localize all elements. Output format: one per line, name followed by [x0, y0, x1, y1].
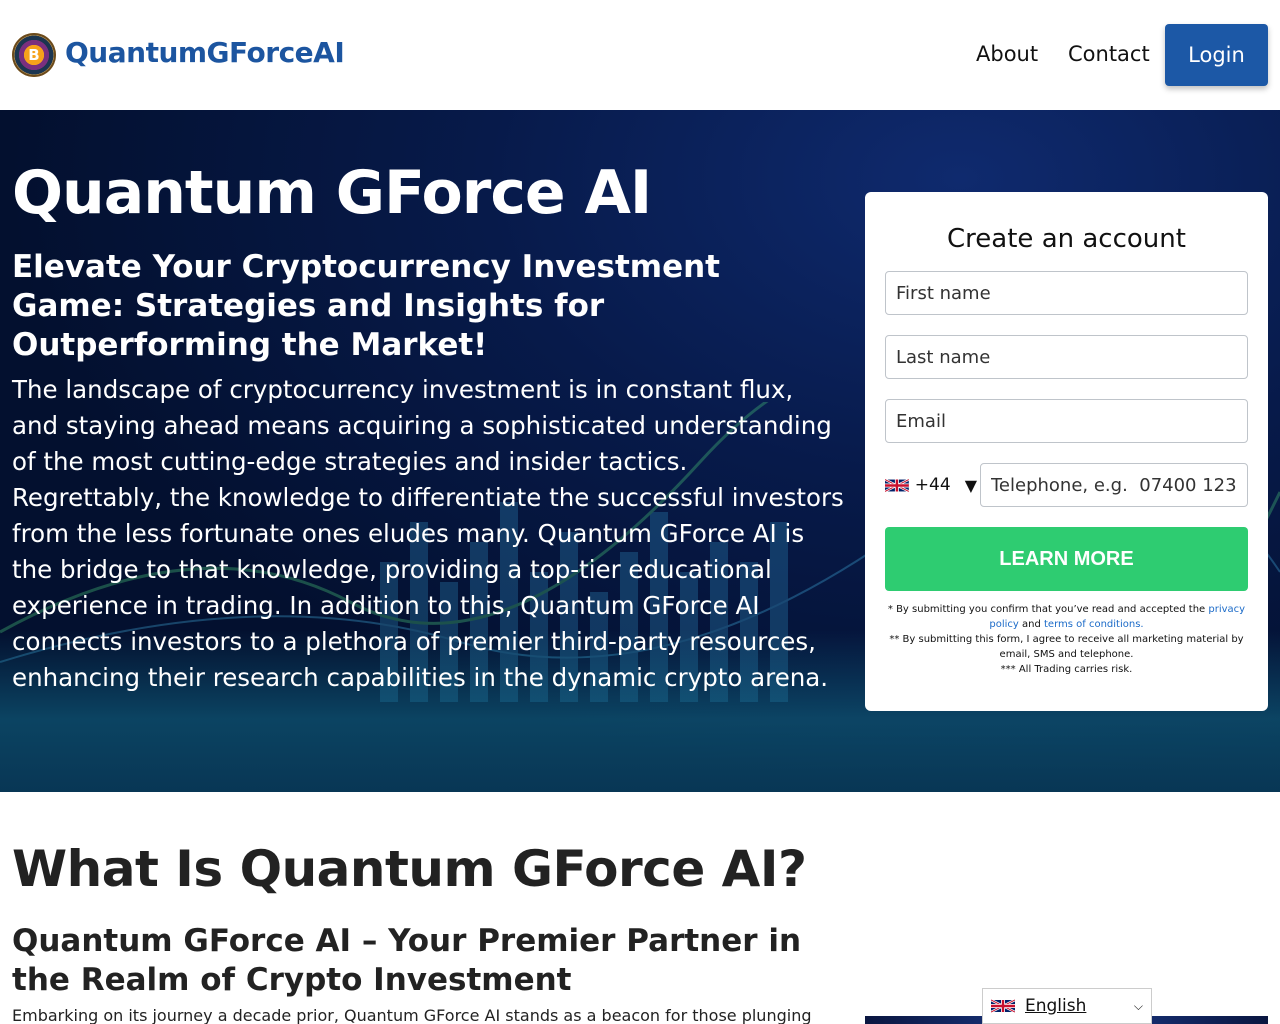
disclaimer-line1: * By submitting you confirm that you’ve …: [887, 604, 1209, 615]
hero-section: Quantum GForce AI Elevate Your Cryptocur…: [0, 110, 1280, 792]
section-paragraph: Embarking on its journey a decade prior,…: [12, 1006, 812, 1024]
chevron-down-icon: ⌵: [1133, 998, 1143, 1013]
disclaimer-line3: *** All Trading carries risk.: [1000, 664, 1133, 675]
hero-title: Quantum GForce AI: [12, 158, 652, 228]
brand-name[interactable]: QuantumGForceAI: [65, 36, 345, 69]
bitcoin-logo-icon[interactable]: B: [12, 33, 56, 77]
caret-down-icon: ▼: [964, 475, 977, 495]
nav-contact-link[interactable]: Contact: [1068, 42, 1150, 66]
email-input[interactable]: [885, 399, 1248, 443]
country-code: +44: [914, 475, 951, 495]
signup-form-card: Create an account +44 ▼ LEARN MORE * By …: [865, 192, 1268, 711]
site-header: B QuantumGForceAI About Contact Login: [0, 0, 1280, 110]
disclaimer-line2: ** By submitting this form, I agree to r…: [889, 634, 1244, 660]
uk-flag-icon: [991, 998, 1015, 1014]
hero-paragraph: The landscape of cryptocurrency investme…: [12, 375, 844, 692]
section-subtitle: Quantum GForce AI – Your Premier Partner…: [12, 923, 802, 998]
section-title: What Is Quantum GForce AI?: [12, 840, 807, 898]
last-name-input[interactable]: [885, 335, 1248, 379]
form-disclaimer: * By submitting you confirm that you’ve …: [885, 602, 1248, 677]
uk-flag-icon: [885, 477, 909, 493]
first-name-input[interactable]: [885, 271, 1248, 315]
terms-link[interactable]: terms of conditions.: [1044, 619, 1144, 630]
form-title: Create an account: [947, 224, 1186, 254]
disclaimer-and: and: [1018, 619, 1045, 630]
country-code-select[interactable]: +44 ▼: [885, 463, 977, 507]
language-label: English: [1025, 996, 1087, 1016]
nav-about-link[interactable]: About: [976, 42, 1038, 66]
language-select[interactable]: English ⌵: [982, 988, 1152, 1024]
login-button[interactable]: Login: [1165, 24, 1268, 86]
learn-more-button[interactable]: LEARN MORE: [885, 527, 1248, 591]
logo-glyph: B: [28, 46, 40, 64]
telephone-input[interactable]: [980, 463, 1248, 507]
hero-subtitle: Elevate Your Cryptocurrency Investment G…: [12, 249, 721, 363]
